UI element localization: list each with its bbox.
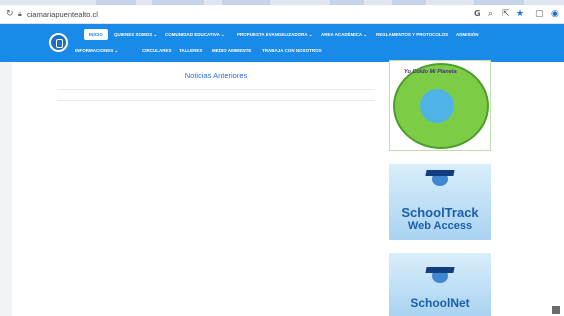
- yo-cuido-mi-planeta-banner[interactable]: Yo Cuido Mi Planeta: [389, 60, 491, 151]
- schooltrack-banner[interactable]: SchoolTrack Web Access: [389, 164, 491, 240]
- menu-admision[interactable]: ADMISIÓN: [456, 31, 479, 38]
- divider: [57, 100, 375, 101]
- graduation-cap-icon: [425, 170, 455, 176]
- banner-title: SchoolTrack: [401, 205, 479, 220]
- menu-medio-ambiente[interactable]: MEDIO AMBIENTE: [212, 47, 251, 54]
- menu-quienes-somos[interactable]: QUIENES SOMOS ⌄: [114, 31, 157, 38]
- google-icon[interactable]: G: [474, 8, 481, 20]
- menu-inicio[interactable]: INICIO: [84, 29, 108, 40]
- lock-icon[interactable]: 🔒︎: [18, 8, 22, 20]
- sidebar-icon[interactable]: ▢: [535, 8, 544, 20]
- page-title[interactable]: Noticias Anteriores: [57, 70, 375, 81]
- globe-icon: [420, 89, 454, 123]
- menu-talleres[interactable]: TALLERES: [179, 47, 202, 54]
- menu-reglamentos[interactable]: REGLAMENTOS Y PROTOCOLOS: [376, 31, 448, 38]
- menu-informaciones[interactable]: INFORMACIONES ⌄: [75, 47, 118, 54]
- menu-propuesta-evangelizadora[interactable]: PROPUESTA EVANGELIZADORA ⌄: [237, 31, 313, 38]
- banner-subtitle: Web Access: [407, 220, 473, 232]
- scroll-to-top-button[interactable]: [552, 306, 560, 314]
- school-logo[interactable]: [49, 33, 68, 52]
- profile-icon[interactable]: ◉: [551, 8, 559, 20]
- zoom-icon[interactable]: ⌕: [488, 8, 493, 20]
- menu-comunidad-educativa[interactable]: COMUNIDAD EDUCATIVA ⌄: [165, 31, 225, 38]
- schoolnet-banner[interactable]: SchoolNet: [389, 253, 491, 316]
- browser-address-bar: ↻ 🔒︎ ciamariapuentealto.cl G ⌕ ⇱ ★ ▢ ◉: [0, 5, 564, 24]
- menu-area-academica[interactable]: AREA ACADÉMICA ⌄: [321, 31, 367, 38]
- menu-circulares[interactable]: CIRCULARES: [142, 47, 172, 54]
- share-icon[interactable]: ⇱: [502, 8, 510, 20]
- graduation-cap-icon: [425, 267, 455, 273]
- reload-icon[interactable]: ↻: [6, 8, 14, 20]
- bookmark-star-icon[interactable]: ★: [516, 8, 524, 20]
- banner-title: Yo Cuido Mi Planeta: [404, 69, 457, 75]
- banner-title: SchoolNet: [410, 296, 470, 310]
- menu-trabaja-con-nosotros[interactable]: TRABAJA CON NOSOTROS: [262, 47, 322, 54]
- divider: [57, 89, 375, 90]
- url-field[interactable]: ciamariapuentealto.cl: [27, 9, 98, 20]
- site-navigation: INICIO QUIENES SOMOS ⌄ COMUNIDAD EDUCATI…: [0, 24, 564, 62]
- page-left-margin: [0, 62, 12, 316]
